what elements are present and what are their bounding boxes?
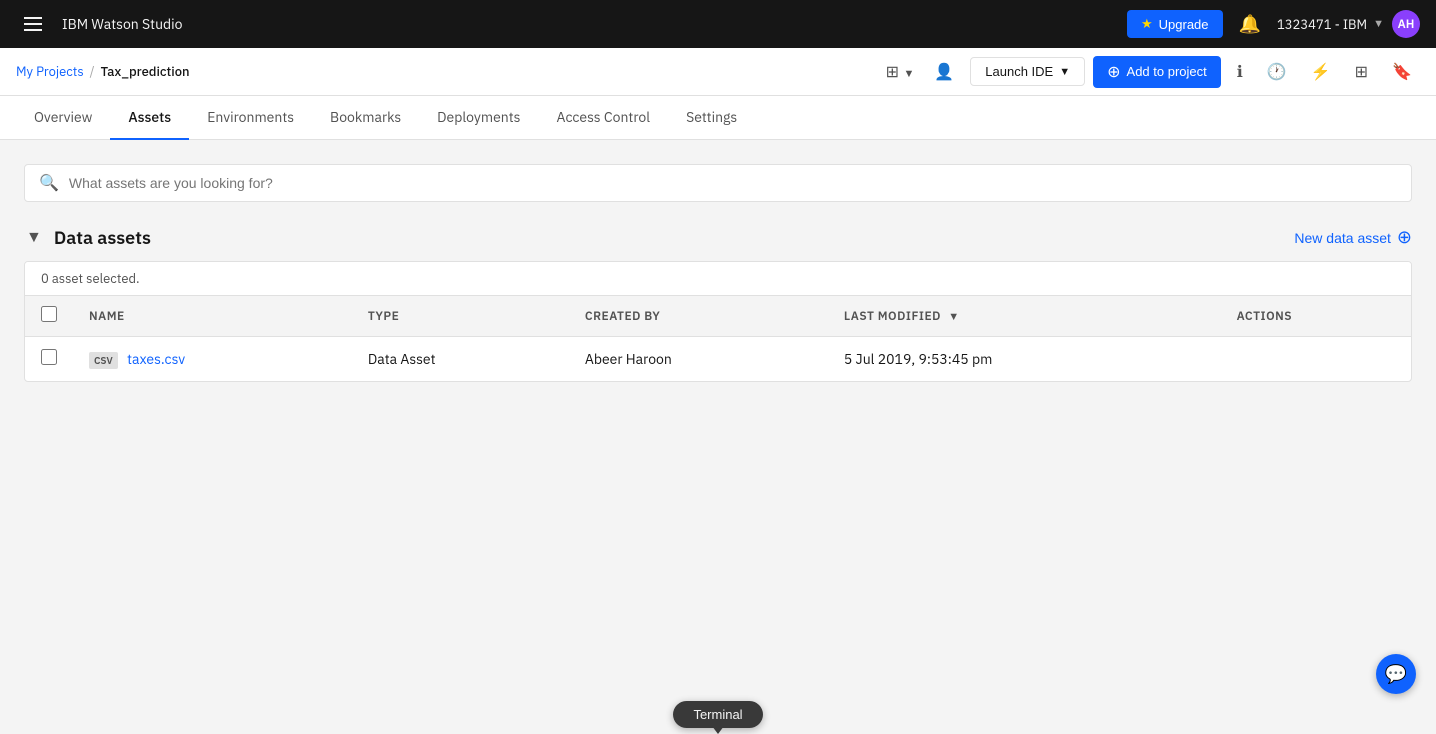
- search-input[interactable]: [69, 175, 1397, 191]
- upgrade-button[interactable]: ★ Upgrade: [1127, 10, 1223, 38]
- avatar-initials: AH: [1398, 17, 1415, 32]
- brand-name: IBM Watson Studio: [62, 15, 183, 33]
- section-title: Data assets: [54, 226, 151, 249]
- tab-deployments[interactable]: Deployments: [419, 96, 538, 140]
- project-icon-buttons: ⊞ ▼ 👤: [878, 58, 963, 86]
- tab-access-control[interactable]: Access Control: [539, 96, 669, 140]
- view-toggle-button[interactable]: ⊞ ▼: [878, 58, 923, 86]
- row-actions-cell: [1221, 337, 1411, 382]
- breadcrumb-current: Tax_prediction: [101, 63, 190, 80]
- add-to-project-button[interactable]: ⊕ Add to project: [1093, 56, 1221, 88]
- collaborators-icon: 👤: [934, 64, 954, 81]
- section-title-group: ▼ Data assets: [24, 226, 151, 249]
- history-icon: 🕐: [1267, 64, 1287, 81]
- main-content: 🔍 ▼ Data assets New data asset ⊕ 0 asset…: [0, 140, 1436, 729]
- bookmark-button[interactable]: 🔖: [1384, 58, 1420, 86]
- chat-bubble-button[interactable]: 💬: [1376, 654, 1416, 694]
- header-last-modified[interactable]: LAST MODIFIED ▼: [828, 296, 1221, 337]
- add-project-plus-icon: ⊕: [1107, 62, 1120, 82]
- topbar-left: IBM Watson Studio: [16, 13, 183, 35]
- menu-icon: [24, 17, 42, 31]
- header-name: NAME: [73, 296, 352, 337]
- new-data-asset-button[interactable]: New data asset ⊕: [1294, 227, 1412, 248]
- row-created-by-cell: Abeer Haroon: [569, 337, 828, 382]
- breadcrumb-separator: /: [90, 63, 95, 80]
- search-icon: 🔍: [39, 173, 59, 193]
- tab-environments[interactable]: Environments: [189, 96, 312, 140]
- sort-desc-icon: ▼: [948, 310, 959, 324]
- notifications-button[interactable]: 🔔: [1231, 10, 1269, 39]
- chat-icon: 💬: [1385, 664, 1407, 685]
- account-id: 1323471 - IBM: [1277, 16, 1367, 33]
- tabs-bar: Overview Assets Environments Bookmarks D…: [0, 96, 1436, 140]
- launch-ide-label: Launch IDE: [985, 64, 1053, 79]
- asset-name-link[interactable]: taxes.csv: [127, 350, 185, 368]
- view-icon: ⊞: [886, 64, 899, 81]
- collaborators-button[interactable]: 👤: [926, 58, 962, 86]
- topbar: IBM Watson Studio ★ Upgrade 🔔 1323471 - …: [0, 0, 1436, 48]
- activity-button[interactable]: ⚡: [1303, 58, 1339, 86]
- new-asset-plus-icon: ⊕: [1397, 227, 1412, 248]
- data-assets-table-container: 0 asset selected. NAME TYPE CREATED BY L…: [24, 261, 1412, 382]
- header-actions: ACTIONS: [1221, 296, 1411, 337]
- data-assets-table: NAME TYPE CREATED BY LAST MODIFIED ▼ ACT…: [25, 296, 1411, 381]
- view-chevron-icon: ▼: [903, 68, 914, 80]
- history-button[interactable]: 🕐: [1259, 58, 1295, 86]
- info-icon: ℹ: [1237, 64, 1243, 81]
- activity-icon: ⚡: [1311, 64, 1331, 81]
- row-type-cell: Data Asset: [352, 337, 569, 382]
- header-checkbox-cell: [25, 296, 73, 337]
- data-assets-section-header: ▼ Data assets New data asset ⊕: [24, 226, 1412, 249]
- launch-ide-button[interactable]: Launch IDE ▼: [970, 57, 1085, 86]
- row-last-modified-cell: 5 Jul 2019, 9:53:45 pm: [828, 337, 1221, 382]
- terminal-triangle: [712, 726, 724, 734]
- header-created-by: CREATED BY: [569, 296, 828, 337]
- info-button[interactable]: ℹ: [1229, 58, 1251, 86]
- add-to-project-label: Add to project: [1127, 64, 1207, 79]
- last-modified-label: LAST MODIFIED: [844, 309, 941, 324]
- breadcrumb: My Projects / Tax_prediction: [16, 63, 190, 80]
- collapse-button[interactable]: ▼: [24, 227, 44, 249]
- tab-settings[interactable]: Settings: [668, 96, 755, 140]
- account-chevron-icon: ▼: [1373, 17, 1384, 31]
- project-actions: ⊞ ▼ 👤 Launch IDE ▼ ⊕ Add to project ℹ 🕐 …: [878, 56, 1420, 88]
- menu-button[interactable]: [16, 13, 50, 35]
- row-checkbox[interactable]: [41, 349, 57, 365]
- row-checkbox-cell: [25, 337, 73, 382]
- bell-icon: 🔔: [1239, 14, 1261, 35]
- tab-assets[interactable]: Assets: [110, 96, 189, 140]
- new-data-asset-label: New data asset: [1294, 230, 1391, 246]
- bookmark-icon: 🔖: [1392, 64, 1412, 81]
- csv-badge: csv: [89, 352, 118, 369]
- selected-info: 0 asset selected.: [25, 262, 1411, 296]
- table-header-row: NAME TYPE CREATED BY LAST MODIFIED ▼ ACT…: [25, 296, 1411, 337]
- launch-ide-chevron-icon: ▼: [1059, 66, 1070, 78]
- terminal-button[interactable]: Terminal: [673, 701, 762, 728]
- avatar[interactable]: AH: [1392, 10, 1420, 38]
- star-icon: ★: [1141, 16, 1153, 32]
- tab-overview[interactable]: Overview: [16, 96, 110, 140]
- select-all-checkbox[interactable]: [41, 306, 57, 322]
- breadcrumb-projects-link[interactable]: My Projects: [16, 63, 84, 80]
- grid-icon: ⊞: [1355, 64, 1368, 81]
- table-row: csv taxes.csv Data Asset Abeer Haroon 5 …: [25, 337, 1411, 382]
- search-bar: 🔍: [24, 164, 1412, 202]
- account-menu[interactable]: 1323471 - IBM ▼: [1277, 16, 1384, 33]
- upgrade-label: Upgrade: [1159, 17, 1209, 32]
- topbar-right: ★ Upgrade 🔔 1323471 - IBM ▼ AH: [1127, 10, 1420, 39]
- project-bar: My Projects / Tax_prediction ⊞ ▼ 👤 Launc…: [0, 48, 1436, 96]
- terminal-label: Terminal: [693, 707, 742, 722]
- row-name-cell: csv taxes.csv: [73, 337, 352, 382]
- header-type: TYPE: [352, 296, 569, 337]
- grid-view-button[interactable]: ⊞: [1347, 58, 1376, 86]
- tab-bookmarks[interactable]: Bookmarks: [312, 96, 419, 140]
